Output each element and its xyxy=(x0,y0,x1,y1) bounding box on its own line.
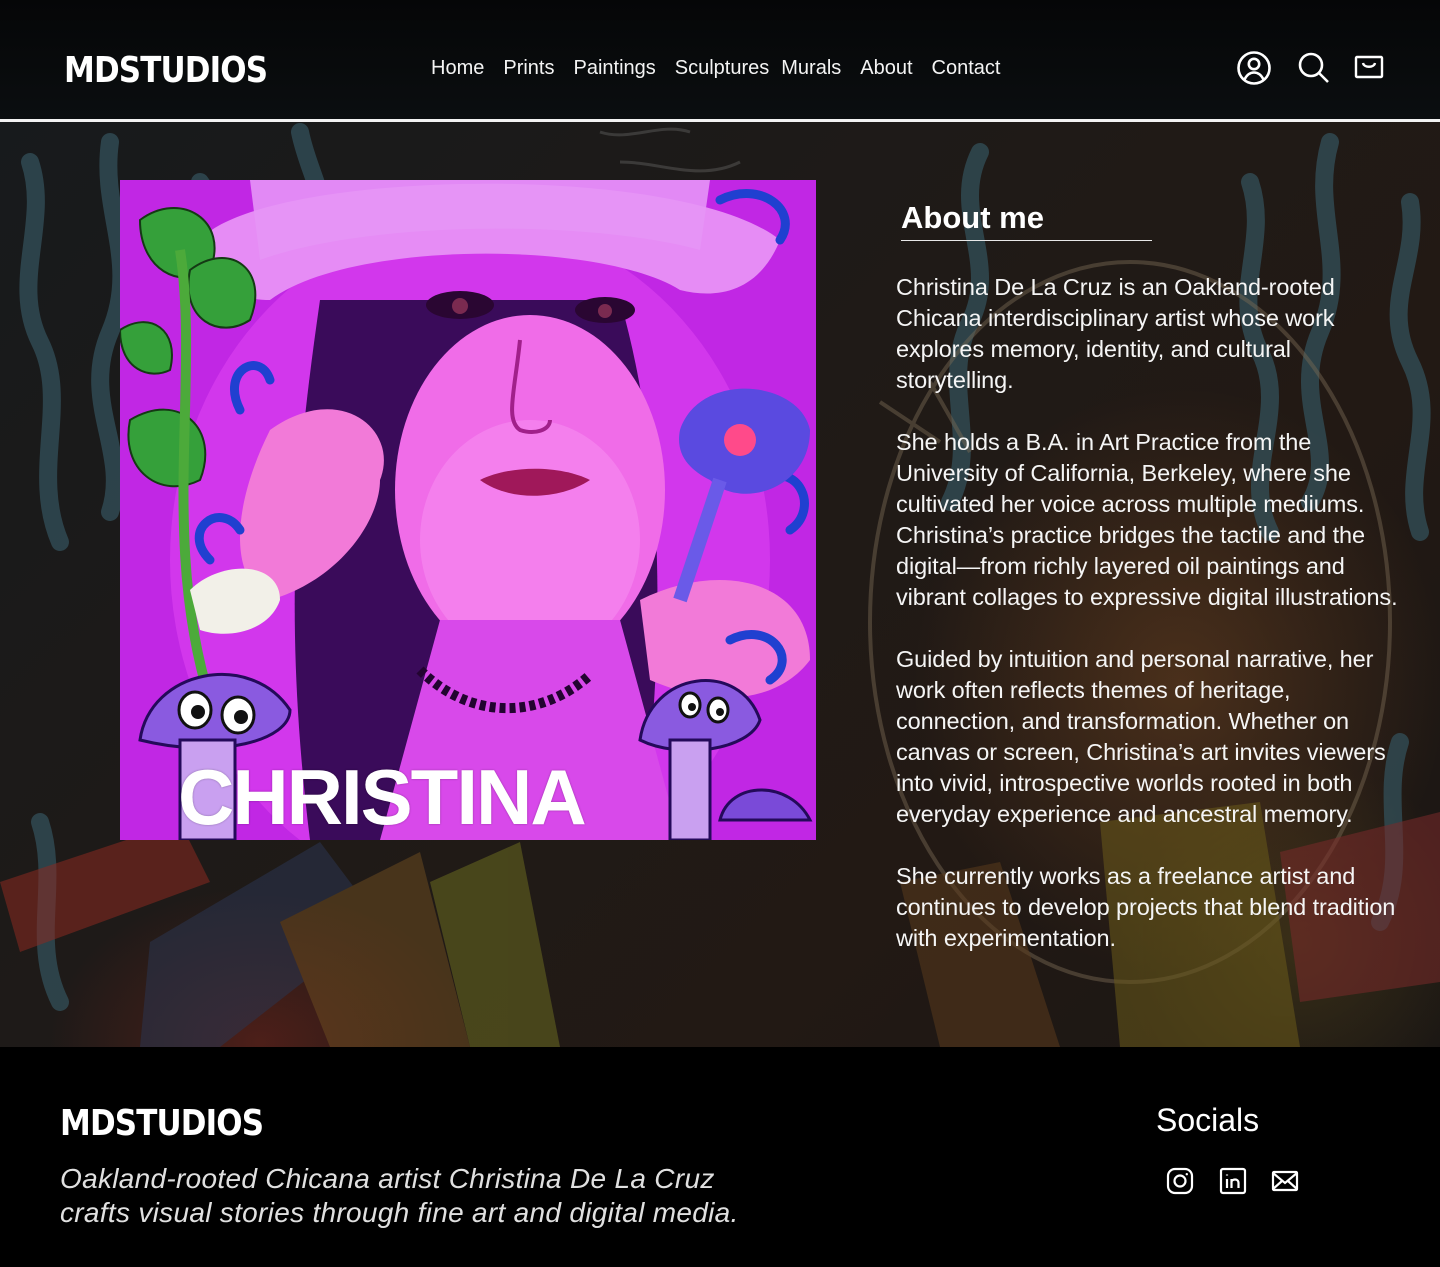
portrait-name-overlay: CHRISTINA xyxy=(178,753,587,840)
nav-about[interactable]: About xyxy=(860,57,912,80)
about-section: CHRISTINA About me Christina De La Cruz … xyxy=(0,122,1440,1047)
socials-title: Socials xyxy=(1156,1102,1260,1138)
nav-contact[interactable]: Contact xyxy=(932,57,1001,80)
site-footer: MDSTUDIOS Oakland-rooted Chicana artist … xyxy=(0,1047,1440,1267)
about-paragraph: She holds a B.A. in Art Practice from th… xyxy=(896,429,1398,610)
linkedin-icon[interactable] xyxy=(1219,1167,1247,1195)
cart-icon[interactable] xyxy=(1352,50,1386,86)
instagram-icon[interactable] xyxy=(1166,1167,1194,1195)
portrait-illustration xyxy=(120,180,816,840)
artist-portrait: CHRISTINA xyxy=(120,180,816,840)
footer-logo[interactable]: MDSTUDIOS xyxy=(60,1103,264,1144)
about-body: Christina De La Cruz is an Oakland-roote… xyxy=(896,272,1406,985)
search-icon[interactable] xyxy=(1296,50,1332,86)
about-paragraph: She currently works as a freelance artis… xyxy=(896,863,1396,951)
email-icon[interactable] xyxy=(1271,1167,1299,1195)
about-paragraph: Guided by intuition and personal narrati… xyxy=(896,646,1386,827)
site-header: MDSTUDIOS Home Prints Paintings Sculptur… xyxy=(0,0,1440,122)
about-paragraph: Christina De La Cruz is an Oakland-roote… xyxy=(896,274,1335,393)
nav-home[interactable]: Home xyxy=(431,57,484,80)
about-title: About me xyxy=(901,200,1152,241)
main-nav: Home Prints Paintings Sculptures Murals … xyxy=(431,57,1019,80)
account-icon[interactable] xyxy=(1236,50,1272,86)
nav-paintings[interactable]: Paintings xyxy=(573,57,655,80)
site-logo[interactable]: MDSTUDIOS xyxy=(64,50,268,91)
footer-tagline: Oakland-rooted Chicana artist Christina … xyxy=(60,1163,739,1228)
nav-sculptures[interactable]: Sculptures xyxy=(675,57,770,80)
nav-prints[interactable]: Prints xyxy=(503,57,554,80)
nav-murals[interactable]: Murals xyxy=(781,57,841,80)
